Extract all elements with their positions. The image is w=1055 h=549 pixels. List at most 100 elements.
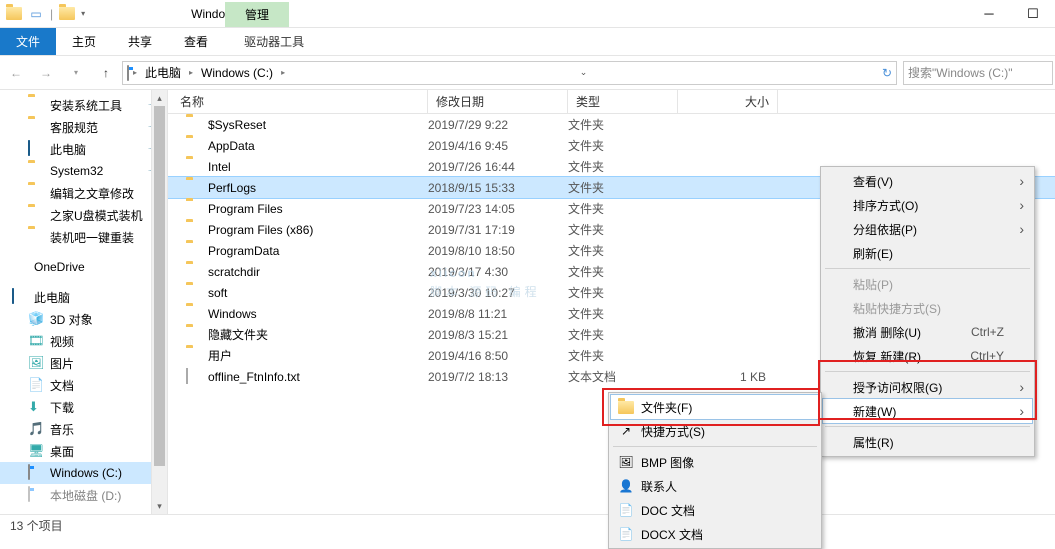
nav-thispc[interactable]: 此电脑 [0, 286, 167, 308]
folder-icon [186, 348, 202, 364]
breadcrumb-sep[interactable]: ▸ [133, 68, 137, 77]
menu-label: 查看(V) [853, 173, 893, 190]
search-placeholder: 搜索"Windows (C:)" [908, 64, 1013, 81]
file-date: 2019/7/29 9:22 [428, 118, 568, 132]
file-type: 文件夹 [568, 116, 678, 133]
submenu-item[interactable]: 文件夹(F) [611, 395, 819, 419]
menu-item[interactable]: 刷新(E) [823, 241, 1032, 265]
submenu-item[interactable]: 👤联系人 [611, 474, 819, 498]
nav-thispc-item[interactable]: 🧊3D 对象 [0, 308, 167, 330]
folder-icon [186, 327, 202, 343]
search-input[interactable]: 搜索"Windows (C:)" [903, 61, 1053, 85]
submenu-item[interactable]: 🖼BMP 图像 [611, 450, 819, 474]
menu-item[interactable]: 新建(W) [823, 399, 1032, 423]
nav-quick-item[interactable]: 之家U盘模式装机 [0, 204, 167, 226]
menu-separator [613, 446, 817, 447]
tab-home[interactable]: 主页 [56, 28, 112, 55]
menu-label: 粘贴(P) [853, 276, 893, 293]
nav-label: 此电脑 [50, 141, 86, 158]
submenu-item[interactable]: 📄DOC 文档 [611, 498, 819, 522]
menu-separator [825, 426, 1030, 427]
folder-icon [186, 243, 202, 259]
crumb-drive[interactable]: Windows (C:) [197, 64, 277, 82]
file-type: 文件夹 [568, 158, 678, 175]
file-name: Windows [208, 307, 257, 321]
file-date: 2019/8/10 18:50 [428, 244, 568, 258]
nav-label: 视频 [50, 333, 74, 350]
navpane-scrollbar[interactable]: ▴ ▾ [151, 90, 167, 514]
nav-quick-item[interactable]: 编辑之文章修改 [0, 182, 167, 204]
nav-recent-dropdown[interactable]: ▾ [62, 59, 90, 87]
nav-thispc-item[interactable]: 📄文档 [0, 374, 167, 396]
menu-label: 粘贴快捷方式(S) [853, 300, 941, 317]
tab-view[interactable]: 查看 [168, 28, 224, 55]
qat-dropdown[interactable]: ▾ [81, 9, 85, 18]
file-type: 文件夹 [568, 284, 678, 301]
file-type: 文件夹 [568, 200, 678, 217]
col-name[interactable]: 名称 [168, 90, 428, 113]
menu-item[interactable]: 分组依据(P) [823, 217, 1032, 241]
menu-separator [825, 268, 1030, 269]
context-menu[interactable]: 查看(V) 排序方式(O)分组依据(P)刷新(E) 粘贴(P) 粘贴快捷方式(S) 撤消… [820, 166, 1035, 457]
file-date: 2019/7/31 17:19 [428, 223, 568, 237]
menu-item[interactable]: 查看(V) [823, 169, 1032, 193]
col-size[interactable]: 大小 [678, 90, 778, 113]
nav-label: System32 [50, 164, 103, 178]
folder-icon [186, 201, 202, 217]
contextual-tab-manage[interactable]: 管理 [225, 2, 289, 27]
nav-onedrive[interactable]: OneDrive [0, 256, 167, 278]
nav-thispc-item[interactable]: 🎞 视频 [0, 330, 167, 352]
crumb-thispc[interactable]: 此电脑 [141, 62, 185, 83]
refresh-button[interactable]: ↻ [882, 66, 892, 80]
submenu-item[interactable]: ↗快捷方式(S) [611, 419, 819, 443]
file-date: 2019/3/17 4:30 [428, 265, 568, 279]
nav-label: 3D 对象 [50, 311, 93, 328]
system-folder-icon: 🎞 [28, 333, 44, 349]
tab-file[interactable]: 文件 [0, 28, 56, 55]
nav-quick-item[interactable]: 安装系统工具📌 [0, 94, 167, 116]
context-submenu-new[interactable]: 文件夹(F)↗快捷方式(S) 🖼BMP 图像👤联系人📄DOC 文档📄DOCX 文档 [608, 392, 822, 549]
menu-item[interactable]: 属性(R) [823, 430, 1032, 454]
submenu-item[interactable]: 📄DOCX 文档 [611, 522, 819, 546]
menu-item[interactable]: 排序方式(O) [823, 193, 1032, 217]
menu-item[interactable]: 授予访问权限(G) [823, 375, 1032, 399]
nav-quick-item[interactable]: System32📌 [0, 160, 167, 182]
breadcrumb-sep[interactable]: ▸ [281, 68, 285, 77]
nav-up-button[interactable]: ↑ [92, 59, 120, 87]
file-name: Intel [208, 160, 231, 174]
nav-quick-item[interactable]: 此电脑📌 [0, 138, 167, 160]
menu-item[interactable]: 恢复 新建(R)Ctrl+Y [823, 344, 1032, 368]
maximize-button[interactable]: ☐ [1011, 0, 1055, 28]
folder-icon [28, 97, 44, 113]
file-date: 2019/7/23 14:05 [428, 202, 568, 216]
nav-drive-c[interactable]: Windows (C:) [0, 462, 167, 484]
qat-props-icon[interactable]: ▭ [28, 6, 44, 22]
system-folder-icon: 🖥 [28, 443, 44, 459]
col-date[interactable]: 修改日期 [428, 90, 568, 113]
nav-drive-other[interactable]: 本地磁盘 (D:) [0, 484, 167, 506]
menu-item[interactable]: 撤消 删除(U)Ctrl+Z [823, 320, 1032, 344]
nav-thispc-item[interactable]: ⬇下载 [0, 396, 167, 418]
item-count: 13 个项目 [10, 517, 63, 534]
tab-drive-tools[interactable]: 驱动器工具 [228, 28, 320, 55]
folder-icon [28, 185, 44, 201]
nav-quick-item[interactable]: 装机吧一键重装 [0, 226, 167, 248]
address-dropdown[interactable]: ⌄ [576, 67, 592, 78]
tab-share[interactable]: 共享 [112, 28, 168, 55]
address-bar[interactable]: ▸ 此电脑 ▸ Windows (C:) ▸ ⌄ ↻ [122, 61, 897, 85]
folder-icon [186, 117, 202, 133]
nav-forward-button[interactable]: → [32, 59, 60, 87]
nav-thispc-item[interactable]: 🖼图片 [0, 352, 167, 374]
col-type[interactable]: 类型 [568, 90, 678, 113]
qat-folder-icon[interactable] [59, 6, 75, 22]
nav-thispc-item[interactable]: 🖥桌面 [0, 440, 167, 462]
nav-thispc-item[interactable]: 🎵音乐 [0, 418, 167, 440]
file-type: 文件夹 [568, 242, 678, 259]
file-row[interactable]: AppData2019/4/16 9:45文件夹 [168, 135, 1055, 156]
file-row[interactable]: $SysReset2019/7/29 9:22文件夹 [168, 114, 1055, 135]
breadcrumb-sep[interactable]: ▸ [189, 68, 193, 77]
nav-quick-item[interactable]: 客服规范📌 [0, 116, 167, 138]
nav-back-button[interactable]: ← [2, 59, 30, 87]
minimize-button[interactable]: ─ [967, 0, 1011, 28]
status-bar: 13 个项目 [0, 514, 1055, 536]
